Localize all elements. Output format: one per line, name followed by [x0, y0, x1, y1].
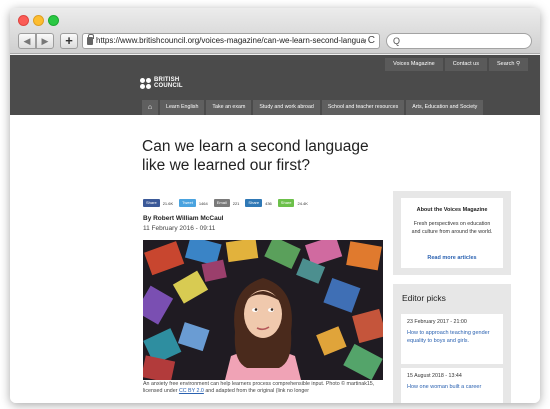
nav-take-an-exam[interactable]: Take an exam: [206, 100, 252, 115]
read-more-articles-link[interactable]: Read more articles: [401, 255, 503, 261]
share-bar: Share 21.6K Tweet 1464 Email 221 Share 4…: [143, 199, 314, 207]
editor-pick-date: 23 February 2017 - 21:00: [407, 319, 467, 325]
nav-study-and-work-abroad[interactable]: Study and work abroad: [253, 100, 320, 115]
generic-share-count: 24.4K: [297, 200, 308, 206]
about-title: About the Voices Magazine: [416, 207, 488, 213]
editor-pick-item[interactable]: 23 February 2017 - 21:00 How to approach…: [401, 314, 503, 364]
about-description: Fresh perspectives on education and cult…: [411, 221, 493, 235]
address-bar[interactable]: https://www.britishcouncil.org/voices-ma…: [82, 33, 380, 49]
browser-search-input[interactable]: Q: [386, 33, 532, 49]
top-links: Voices Magazine Contact us Search ⚲: [383, 58, 528, 71]
top-link-contact-us[interactable]: Contact us: [444, 58, 487, 71]
home-icon[interactable]: ⌂: [142, 100, 158, 115]
minimize-window-button[interactable]: [33, 15, 44, 26]
woman-with-books-illustration: [143, 240, 383, 380]
editor-pick-date: 15 August 2018 - 13:44: [407, 373, 462, 379]
editor-pick-item[interactable]: 15 August 2018 - 13:44 How one woman bui…: [401, 368, 503, 403]
email-share-count: 221: [232, 200, 240, 206]
twitter-share-count: 1464: [198, 200, 208, 206]
browser-window: ◀ ▶ + https://www.britishcouncil.org/voi…: [10, 8, 540, 403]
top-link-voices-magazine[interactable]: Voices Magazine: [385, 58, 443, 71]
article-date: 11 February 2016 - 09:11: [143, 225, 216, 232]
british-council-logo[interactable]: BRITISH COUNCIL: [140, 77, 183, 89]
editor-pick-link[interactable]: How to approach teaching gender equality…: [407, 329, 497, 345]
license-link[interactable]: CC BY 2.0: [179, 388, 204, 394]
nav-learn-english[interactable]: Learn English: [160, 100, 205, 115]
twitter-tweet-button[interactable]: Tweet: [179, 199, 196, 207]
facebook-share-count: 21.6K: [162, 200, 174, 206]
new-tab-button[interactable]: +: [60, 33, 78, 49]
top-link-search[interactable]: Search ⚲: [489, 58, 528, 71]
back-button[interactable]: ◀: [18, 33, 36, 49]
logo-dots-icon: [140, 77, 151, 89]
email-share-button[interactable]: Email: [213, 199, 230, 207]
article-hero-image: [143, 240, 383, 380]
facebook-share-button[interactable]: Share: [143, 199, 160, 207]
caption-text-1: An anxiety free environment can help lea…: [143, 381, 346, 387]
editor-picks-panel: Editor picks 23 February 2017 - 21:00 Ho…: [393, 284, 511, 403]
forward-button[interactable]: ▶: [36, 33, 54, 49]
caption-text-3: and adapted from the original (link no l…: [205, 388, 310, 394]
article-title: Can we learn a second language like we l…: [142, 138, 369, 174]
linkedin-share-button[interactable]: Share: [245, 199, 263, 207]
logo-line2: COUNCIL: [154, 83, 183, 89]
about-voices-panel: About the Voices Magazine Fresh perspect…: [393, 191, 511, 275]
about-card: About the Voices Magazine Fresh perspect…: [401, 198, 503, 268]
article-author: By Robert William McCaul: [143, 215, 224, 222]
search-icon: ⚲: [515, 61, 520, 67]
nav-school-and-teacher-resources[interactable]: School and teacher resources: [321, 100, 405, 115]
editor-pick-link[interactable]: How one woman built a career: [407, 383, 497, 391]
browser-toolbar: ◀ ▶ + https://www.britishcouncil.org/voi…: [10, 8, 540, 54]
search-icon: Q: [393, 36, 401, 46]
lock-icon: [87, 34, 94, 45]
zoom-window-button[interactable]: [48, 15, 59, 26]
reload-icon[interactable]: C: [368, 35, 375, 46]
url-text[interactable]: https://www.britishcouncil.org/voices-ma…: [96, 36, 366, 45]
linkedin-share-count: 436: [265, 200, 272, 206]
editor-picks-title: Editor picks: [402, 293, 446, 303]
main-navigation: ⌂ Learn English Take an exam Study and w…: [142, 100, 485, 115]
site-header: Voices Magazine Contact us Search ⚲ BRIT…: [10, 55, 540, 115]
close-window-button[interactable]: [18, 15, 29, 26]
generic-share-button[interactable]: Share: [277, 199, 295, 207]
nav-arts-education-society[interactable]: Arts, Education and Society: [406, 100, 484, 115]
page-content: Can we learn a second language like we l…: [10, 115, 540, 403]
image-caption: An anxiety free environment can help lea…: [143, 381, 383, 395]
top-link-search-label: Search: [497, 61, 515, 67]
